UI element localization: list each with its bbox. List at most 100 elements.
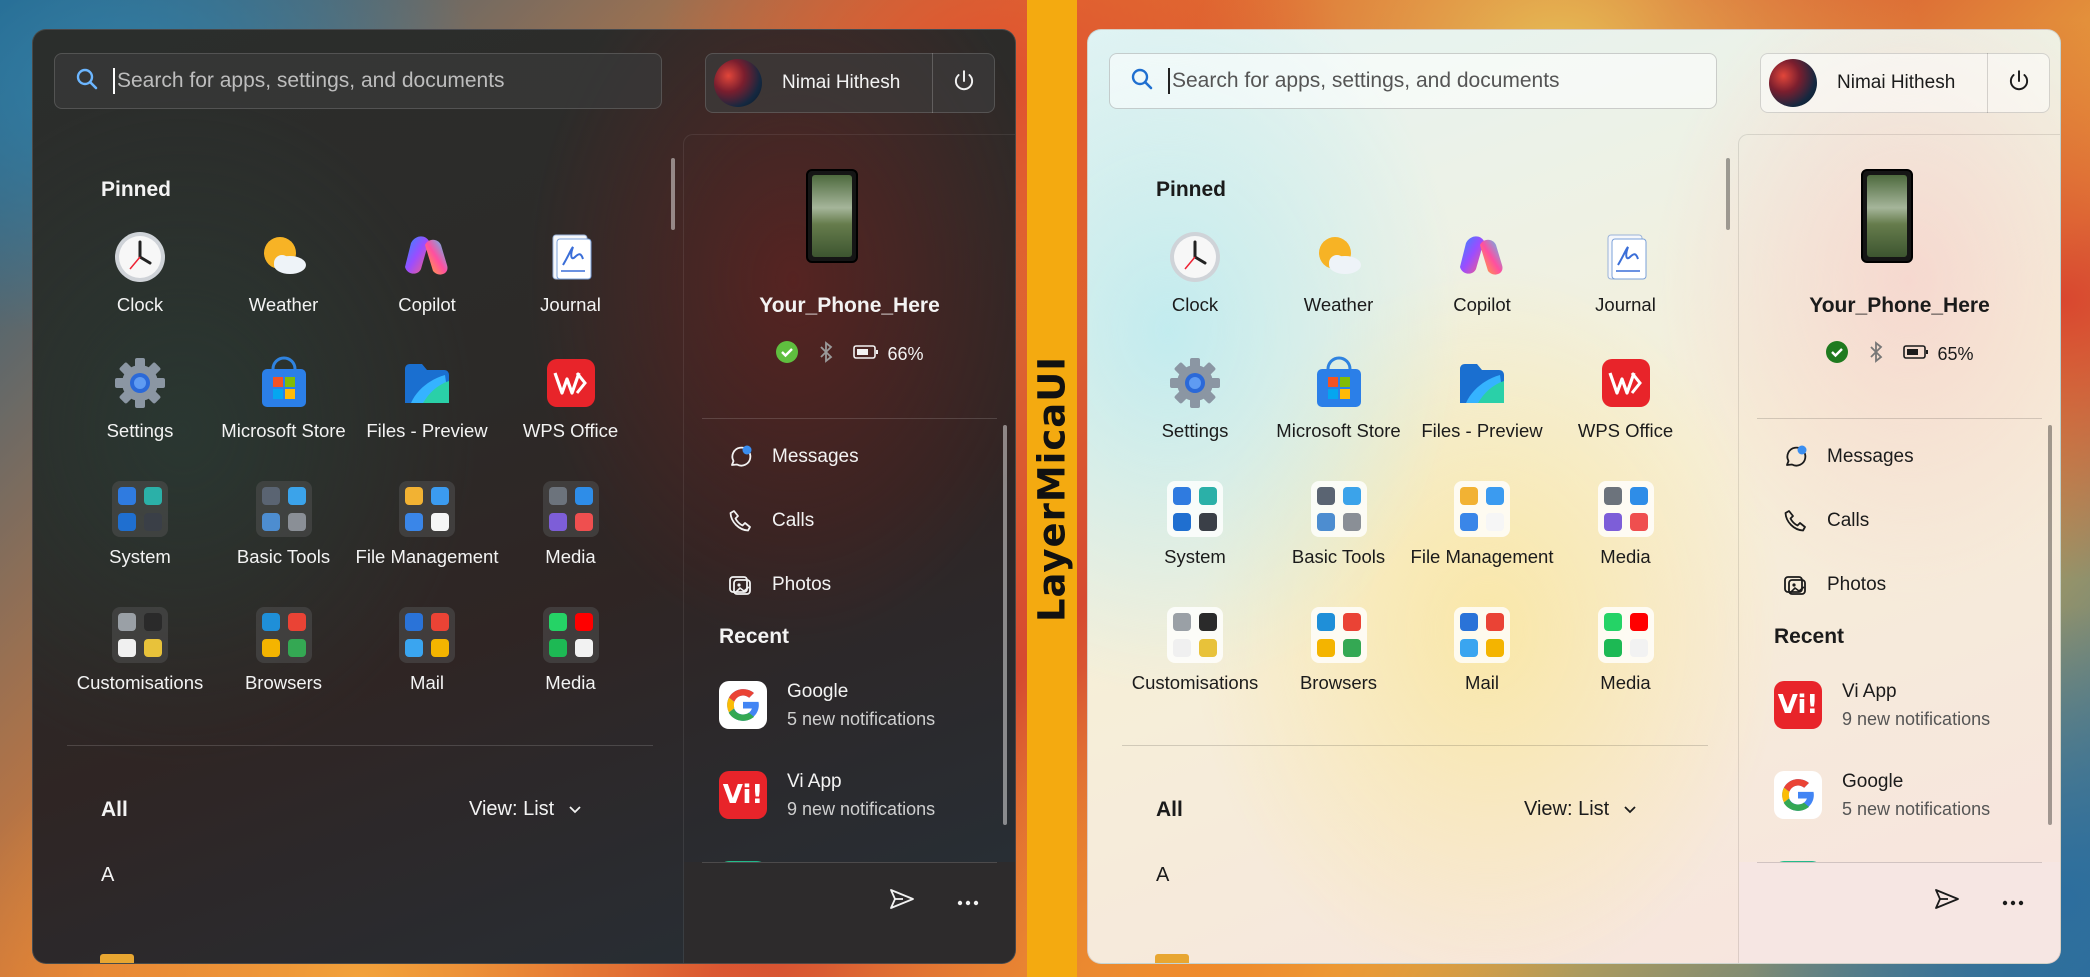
pinned-app-label: Microsoft Store bbox=[1276, 420, 1401, 441]
journal-icon bbox=[1598, 229, 1654, 285]
pinned-app-basic-tools[interactable]: Basic Tools bbox=[212, 481, 356, 591]
folder-icon bbox=[1155, 954, 1189, 963]
user-account-button[interactable]: Nimai Hithesh bbox=[1760, 53, 2050, 113]
view-list-dropdown[interactable]: View: List bbox=[1524, 798, 1637, 821]
pinned-app-weather[interactable]: Weather bbox=[212, 229, 356, 339]
more-options-icon[interactable] bbox=[957, 893, 979, 911]
bluetooth-icon bbox=[1867, 340, 1885, 369]
files-preview-icon bbox=[399, 355, 455, 411]
recent-item-google[interactable]: Google 5 new notifications bbox=[719, 681, 935, 730]
send-icon[interactable] bbox=[889, 887, 915, 916]
pinned-app-label: WPS Office bbox=[1577, 420, 1674, 441]
copilot-icon bbox=[1454, 229, 1510, 285]
pinned-app-mail[interactable]: Mail bbox=[355, 607, 499, 717]
pinned-app-file-management[interactable]: File Management bbox=[355, 481, 499, 591]
pinned-app-wps-office[interactable]: WPS Office bbox=[1554, 355, 1698, 465]
pinned-app-media[interactable]: Media bbox=[499, 481, 643, 591]
user-name: Nimai Hithesh bbox=[1837, 72, 1956, 93]
pinned-app-files-preview[interactable]: Files - Preview bbox=[355, 355, 499, 465]
pinned-app-label: Journal bbox=[1595, 294, 1656, 315]
pinned-app-copilot[interactable]: Copilot bbox=[1410, 229, 1554, 339]
recent-title: Recent bbox=[1774, 625, 1845, 648]
recent-app-name: Vi App bbox=[787, 771, 842, 792]
pinned-app-label: Files - Preview bbox=[366, 420, 488, 441]
battery-status: 65% bbox=[1903, 344, 1974, 365]
pinned-app-file-management[interactable]: File Management bbox=[1410, 481, 1554, 591]
user-name: Nimai Hithesh bbox=[782, 72, 901, 93]
power-button[interactable] bbox=[933, 54, 994, 112]
pinned-app-label: Basic Tools bbox=[1291, 546, 1386, 567]
more-options-icon[interactable] bbox=[2002, 893, 2024, 911]
pinned-app-label: Clock bbox=[116, 294, 164, 315]
bluetooth-icon bbox=[817, 340, 835, 369]
pane-scrollbar[interactable] bbox=[1003, 425, 1007, 825]
pinned-app-copilot[interactable]: Copilot bbox=[355, 229, 499, 339]
phone-menu-calls[interactable]: Calls bbox=[1779, 505, 1869, 537]
recent-item-google[interactable]: Google 5 new notifications bbox=[1774, 771, 1990, 820]
pinned-scrollbar[interactable] bbox=[671, 158, 675, 230]
messages-icon bbox=[1779, 441, 1811, 473]
pinned-app-clock[interactable]: Clock bbox=[68, 229, 212, 339]
pinned-app-browsers[interactable]: Browsers bbox=[212, 607, 356, 717]
phone-menu-messages[interactable]: Messages bbox=[724, 441, 859, 473]
system-folder-icon bbox=[112, 481, 168, 537]
media-folder-icon bbox=[1597, 607, 1654, 663]
phone-menu-photos[interactable]: Photos bbox=[724, 569, 831, 601]
phone-link-pane: Your_Phone_Here 65% Messages Calls Photos R… bbox=[1738, 134, 2060, 963]
search-input[interactable]: Search for apps, settings, and documents bbox=[54, 53, 662, 109]
pinned-app-media[interactable]: Media bbox=[499, 607, 643, 717]
letter-header[interactable]: A bbox=[1156, 864, 1169, 887]
microsoft-store-icon bbox=[256, 355, 312, 411]
pinned-app-journal[interactable]: Journal bbox=[499, 229, 643, 339]
microsoft-store-icon bbox=[1311, 355, 1367, 411]
search-placeholder: Search for apps, settings, and documents bbox=[1172, 69, 1560, 92]
pinned-app-label: Browsers bbox=[1299, 672, 1378, 693]
pinned-app-media[interactable]: Media bbox=[1554, 607, 1698, 717]
pinned-app-microsoft-store[interactable]: Microsoft Store bbox=[212, 355, 356, 465]
pinned-scrollbar[interactable] bbox=[1726, 158, 1730, 230]
phone-menu-photos[interactable]: Photos bbox=[1779, 569, 1886, 601]
pinned-app-customisations[interactable]: Customisations bbox=[1123, 607, 1267, 717]
search-input[interactable]: Search for apps, settings, and documents bbox=[1109, 53, 1717, 109]
recent-item-vi-app[interactable]: Vi! Vi App 9 new notifications bbox=[1774, 681, 1990, 730]
pinned-app-wps-office[interactable]: WPS Office bbox=[499, 355, 643, 465]
folder-icon bbox=[100, 954, 134, 963]
pinned-app-browsers[interactable]: Browsers bbox=[1267, 607, 1411, 717]
pinned-app-label: Basic Tools bbox=[236, 546, 331, 567]
send-icon[interactable] bbox=[1934, 887, 1960, 916]
phone-menu-messages[interactable]: Messages bbox=[1779, 441, 1914, 473]
photos-icon bbox=[724, 569, 756, 601]
pinned-app-clock[interactable]: Clock bbox=[1123, 229, 1267, 339]
pinned-app-system[interactable]: System bbox=[1123, 481, 1267, 591]
pinned-app-label: Settings bbox=[106, 420, 174, 441]
pane-scrollbar[interactable] bbox=[2048, 425, 2052, 825]
pinned-app-mail[interactable]: Mail bbox=[1410, 607, 1554, 717]
recent-item-vi-app[interactable]: Vi! Vi App 9 new notifications bbox=[719, 771, 935, 820]
pinned-app-journal[interactable]: Journal bbox=[1554, 229, 1698, 339]
vi-app-app-icon: Vi! bbox=[1774, 681, 1842, 729]
pinned-app-basic-tools[interactable]: Basic Tools bbox=[1267, 481, 1411, 591]
letter-header[interactable]: A bbox=[101, 864, 114, 887]
user-account-button[interactable]: Nimai Hithesh bbox=[705, 53, 995, 113]
pinned-app-label: System bbox=[109, 546, 171, 567]
pinned-app-media[interactable]: Media bbox=[1554, 481, 1698, 591]
basic-tools-folder-icon bbox=[1310, 481, 1367, 537]
view-label: View: List bbox=[469, 798, 555, 820]
files-preview-icon bbox=[1454, 355, 1510, 411]
power-button[interactable] bbox=[1988, 54, 2049, 112]
settings-icon bbox=[1167, 355, 1223, 411]
pinned-app-settings[interactable]: Settings bbox=[1123, 355, 1267, 465]
pinned-app-files-preview[interactable]: Files - Preview bbox=[1410, 355, 1554, 465]
pinned-app-label: Files - Preview bbox=[1421, 420, 1543, 441]
pinned-app-settings[interactable]: Settings bbox=[68, 355, 212, 465]
phone-menu-calls[interactable]: Calls bbox=[724, 505, 814, 537]
pinned-app-label: Mail bbox=[1465, 672, 1499, 693]
pinned-app-system[interactable]: System bbox=[68, 481, 212, 591]
pinned-app-microsoft-store[interactable]: Microsoft Store bbox=[1267, 355, 1411, 465]
phone-name: Your_Phone_Here bbox=[1809, 294, 1990, 317]
pinned-app-weather[interactable]: Weather bbox=[1267, 229, 1411, 339]
pinned-app-customisations[interactable]: Customisations bbox=[68, 607, 212, 717]
start-menu-dark: Search for apps, settings, and documents… bbox=[32, 29, 1016, 964]
search-icon bbox=[1110, 67, 1154, 96]
view-list-dropdown[interactable]: View: List bbox=[469, 798, 582, 821]
